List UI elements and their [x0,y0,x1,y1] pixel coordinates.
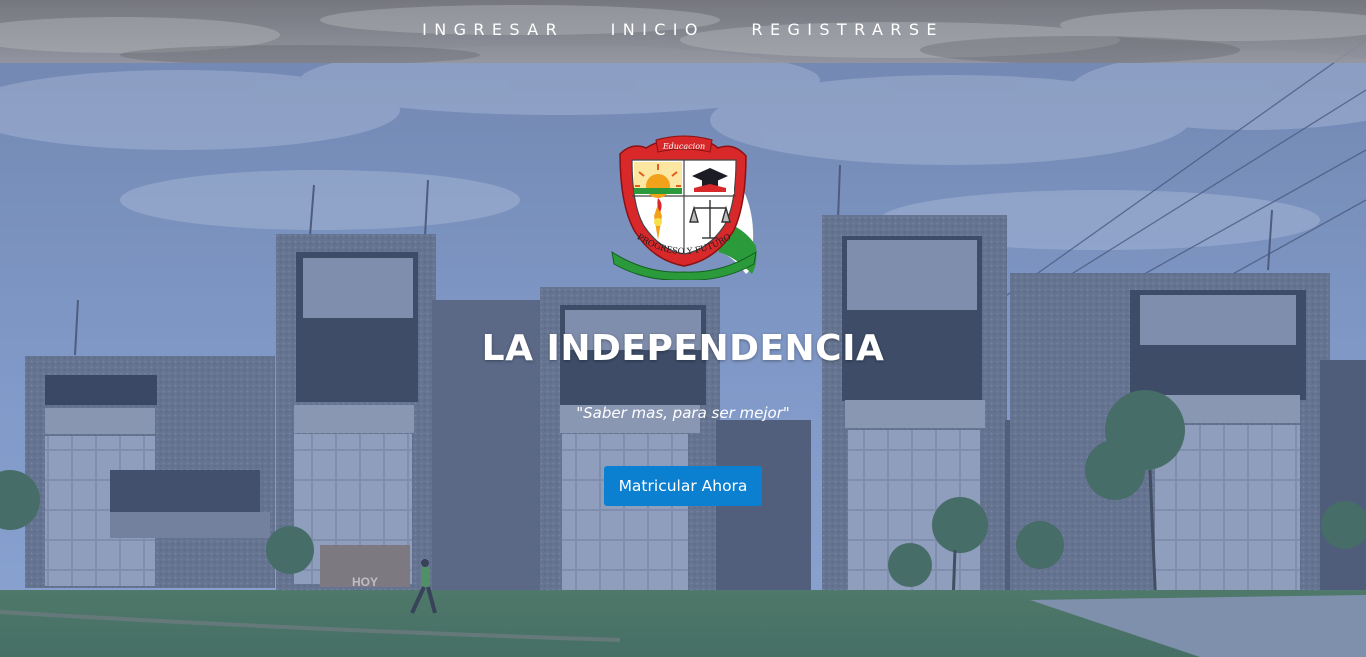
crest-banner-text: Educacion [662,142,705,151]
main-nav: INGRESAR INICIO REGISTRARSE [0,20,1366,39]
nav-link-registrarse[interactable]: REGISTRARSE [751,20,943,39]
graduation-cap-icon [686,162,734,194]
top-nav-bar: INGRESAR INICIO REGISTRARSE [0,0,1366,63]
nav-link-ingresar[interactable]: INGRESAR [422,20,564,39]
nav-link-inicio[interactable]: INICIO [611,20,705,39]
school-crest-logo: Educacion PROGRESO Y FUTURO [606,134,762,281]
hero-slogan: "Saber mas, para ser mejor" [576,404,790,422]
enroll-now-button[interactable]: Matricular Ahora [604,466,762,506]
page-title: LA INDEPENDENCIA [481,328,885,369]
sun-icon [634,162,682,198]
